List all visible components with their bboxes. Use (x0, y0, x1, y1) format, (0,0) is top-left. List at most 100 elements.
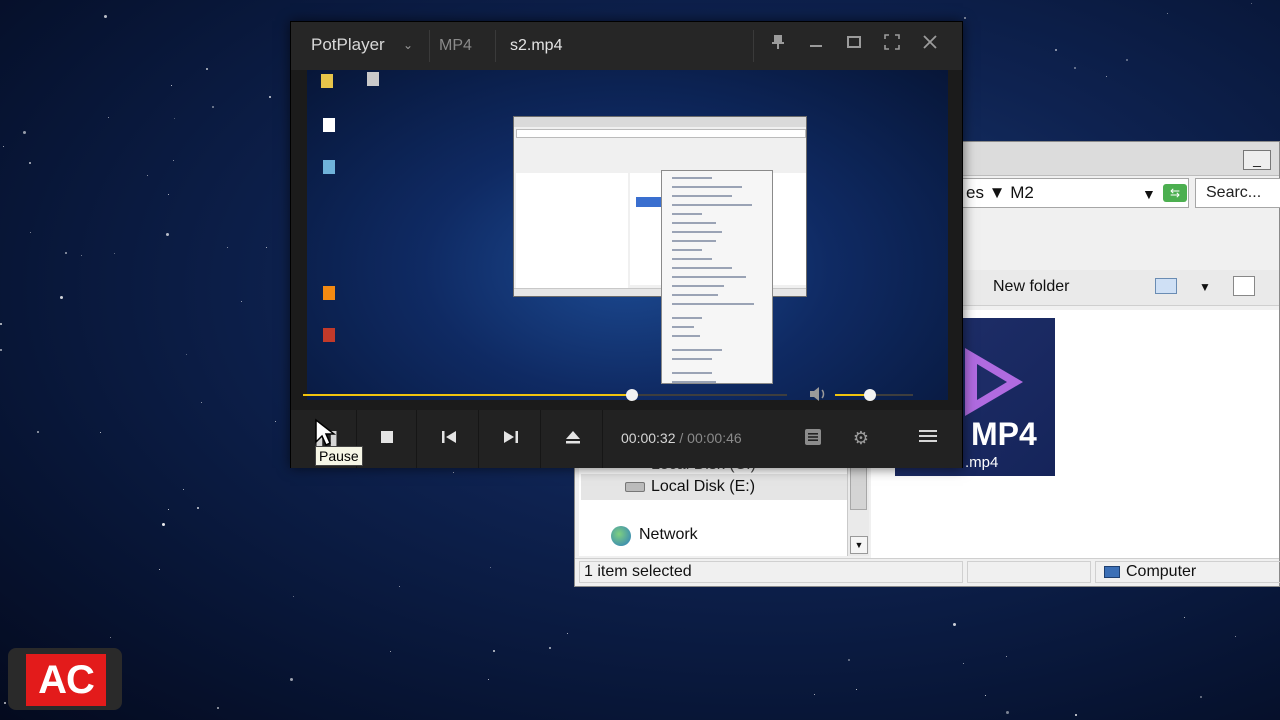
star (0, 323, 2, 325)
star (1167, 13, 1168, 14)
close-icon[interactable] (918, 34, 942, 58)
stop-button[interactable] (357, 410, 417, 468)
star (171, 85, 172, 86)
star (81, 255, 82, 256)
title-divider (495, 30, 496, 62)
settings-gear-icon[interactable]: ⚙ (850, 428, 872, 450)
view-dropdown-icon[interactable]: ▼ (1199, 280, 1211, 294)
star (269, 96, 271, 98)
app-menu-button[interactable]: PotPlayer (311, 35, 385, 55)
star (1055, 49, 1057, 51)
mini-title-bar (514, 117, 806, 127)
context-menu-line (672, 195, 732, 197)
star (1106, 76, 1107, 77)
star (963, 663, 964, 664)
menu-icon[interactable] (917, 428, 939, 450)
seek-bar[interactable] (303, 388, 787, 402)
pause-tooltip: Pause (315, 446, 363, 466)
open-file-button[interactable] (543, 410, 603, 468)
title-divider (753, 30, 754, 62)
nav-item-local-disk-e[interactable]: Local Disk (E:) (581, 474, 847, 500)
context-menu-line (672, 303, 754, 305)
new-folder-button[interactable]: New folder (993, 278, 1069, 296)
star (1126, 59, 1128, 61)
next-button[interactable] (481, 410, 541, 468)
star (166, 233, 169, 236)
video-desktop-icon (315, 74, 339, 90)
refresh-icon[interactable]: ⇆ (1163, 184, 1187, 202)
mini-nav-pane (516, 173, 628, 291)
context-menu-line (672, 231, 722, 233)
star (60, 296, 63, 299)
nav-item-network[interactable]: Network (611, 526, 698, 546)
star (23, 131, 26, 134)
scroll-down-arrow-icon[interactable]: ▼ (850, 536, 868, 554)
context-menu-line (672, 294, 718, 296)
context-menu-line (672, 267, 732, 269)
star (275, 421, 276, 422)
star (390, 651, 391, 652)
star (293, 596, 294, 597)
potplayer-window: PotPlayer ⌄ MP4 s2.mp4 00:00:32 / 00:00:… (290, 21, 963, 468)
volume-icon[interactable] (809, 386, 827, 406)
video-batchphoto-icon (317, 328, 341, 344)
video-context-menu-thumbnail (661, 170, 773, 384)
star (1184, 617, 1185, 618)
context-menu-line (672, 317, 702, 319)
star (174, 118, 175, 119)
star (1074, 67, 1076, 69)
preview-pane-icon[interactable] (1233, 276, 1255, 296)
view-icon[interactable] (1155, 278, 1177, 294)
status-empty-segment (967, 561, 1091, 583)
context-menu-line (672, 186, 742, 188)
star (241, 301, 242, 302)
context-menu-line (672, 285, 724, 287)
status-selection-text: 1 item selected (579, 561, 963, 583)
star (1251, 3, 1252, 4)
scrollbar-thumb[interactable] (850, 464, 867, 510)
chevron-down-icon[interactable]: ⌄ (403, 38, 413, 52)
total-time: 00:00:46 (687, 430, 742, 446)
seek-handle[interactable] (626, 389, 639, 401)
star (266, 247, 267, 248)
video-frame[interactable] (307, 70, 948, 400)
star (37, 431, 39, 433)
status-location-label: Computer (1126, 563, 1197, 580)
minimize-button[interactable]: _ (1243, 150, 1271, 170)
playlist-icon[interactable] (802, 428, 824, 450)
video-vlc-icon (317, 286, 341, 302)
seek-progress-fill (303, 394, 633, 396)
maximize-icon[interactable] (842, 34, 866, 58)
star (197, 507, 199, 509)
star (814, 694, 815, 695)
star (1006, 711, 1009, 714)
star (490, 567, 491, 568)
player-control-bar: ❚❚ 00:00:32 / 00:00:46 (291, 410, 962, 468)
search-input[interactable]: Searc... (1195, 178, 1280, 208)
context-menu-line (672, 240, 716, 242)
previous-button[interactable] (419, 410, 479, 468)
minimize-icon[interactable] (804, 34, 828, 58)
star (183, 489, 184, 490)
star (567, 633, 568, 634)
context-menu-line (672, 349, 722, 351)
star (30, 232, 31, 233)
video-app-icon (317, 160, 341, 176)
volume-handle[interactable] (864, 389, 877, 401)
address-dropdown-icon[interactable]: ▼ (1142, 186, 1156, 202)
star (964, 17, 966, 19)
disk-icon (625, 482, 645, 492)
star (100, 432, 101, 433)
status-location: Computer (1095, 561, 1280, 583)
address-text: es ▼ M2 (966, 183, 1034, 202)
computer-icon (1104, 566, 1120, 578)
context-menu-line (672, 258, 712, 260)
video-text-file-icon (317, 118, 341, 134)
star (227, 247, 228, 248)
pin-icon[interactable] (766, 34, 790, 58)
nav-scrollbar[interactable]: ▼ (847, 460, 869, 556)
star (856, 689, 857, 690)
star (114, 253, 115, 254)
mp4-badge-label: MP4 (971, 416, 1037, 452)
fullscreen-icon[interactable] (880, 34, 904, 58)
